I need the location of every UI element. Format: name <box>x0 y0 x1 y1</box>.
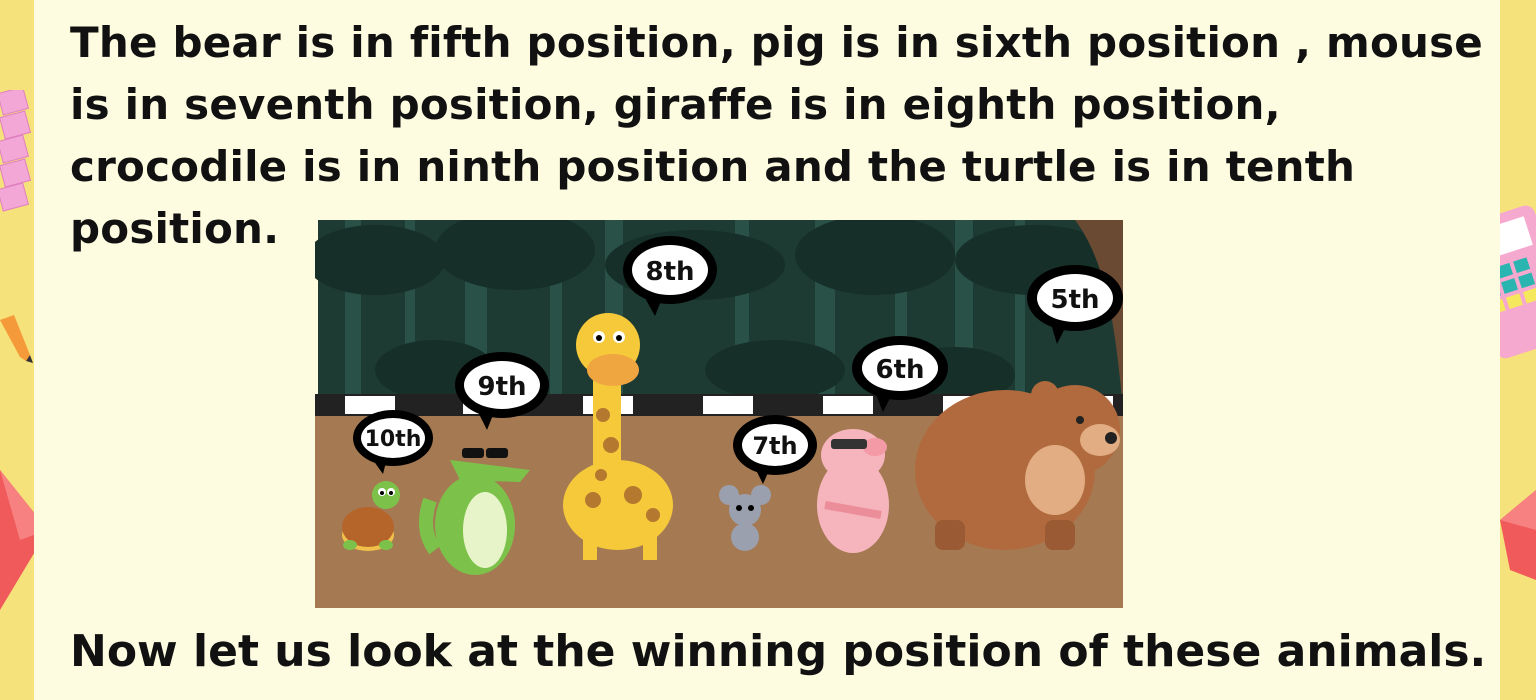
label-7th: 7th <box>752 432 797 460</box>
footer-text: Now let us look at the winning position … <box>70 626 1487 677</box>
label-10th: 10th <box>365 427 422 452</box>
decorative-blocks-left <box>0 90 32 212</box>
pig <box>817 429 889 553</box>
race-scene: 10th 9th 8th 7th 6th 5th <box>315 220 1123 608</box>
race-illustration: 10th 9th 8th 7th 6th 5th <box>315 220 1123 608</box>
pencil-icon <box>0 315 33 363</box>
label-6th: 6th <box>875 355 924 385</box>
red-gem-right <box>1500 490 1536 580</box>
label-8th: 8th <box>645 257 694 287</box>
label-5th: 5th <box>1050 285 1099 315</box>
label-9th: 9th <box>477 372 526 402</box>
